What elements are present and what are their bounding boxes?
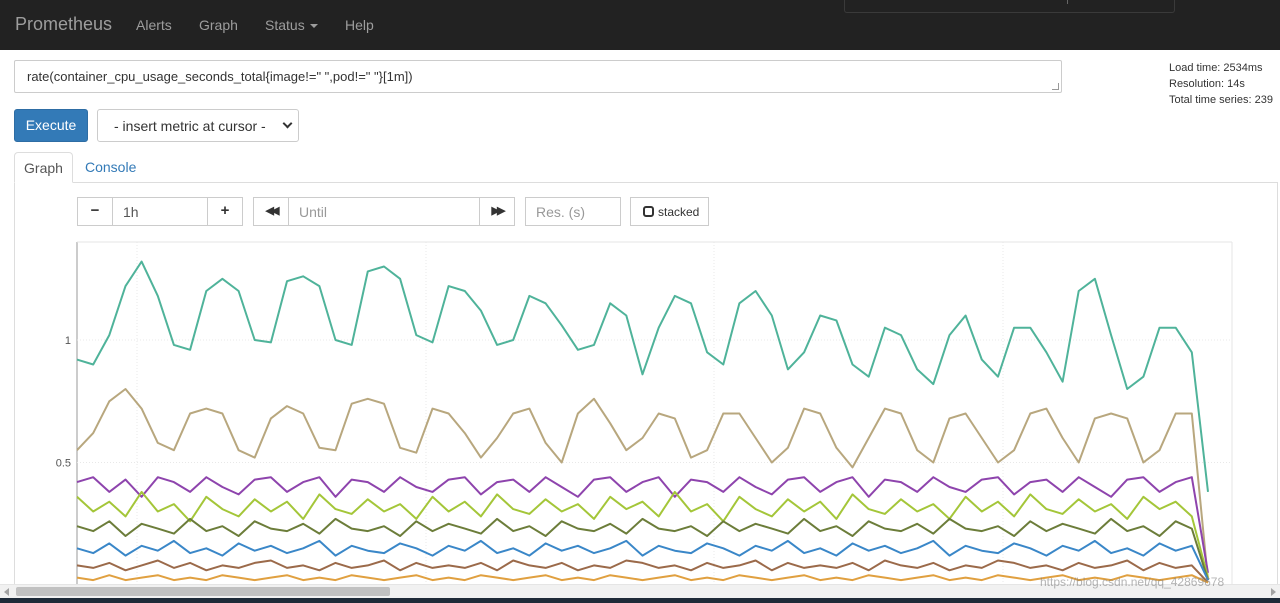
watermark: https://blog.csdn.net/qq_42869678 xyxy=(1040,575,1225,589)
stacked-toggle-button[interactable]: stacked xyxy=(630,197,709,226)
y-tick-label: 1 xyxy=(65,335,71,347)
series-line xyxy=(76,574,1209,584)
load-time: Load time: 2534ms xyxy=(1169,62,1263,74)
stacked-label: stacked xyxy=(658,205,700,219)
range-input[interactable]: 1h xyxy=(112,197,208,226)
scrollbar-thumb[interactable] xyxy=(16,587,390,596)
chevron-down-icon xyxy=(282,118,293,129)
scroll-left-icon[interactable] xyxy=(4,588,9,596)
caret-down-icon xyxy=(309,24,318,29)
series-line xyxy=(76,517,1209,581)
expression-input[interactable]: rate(container_cpu_usage_seconds_total{i… xyxy=(14,60,1062,93)
y-tick-label: 0.5 xyxy=(56,458,71,470)
resize-handle-icon[interactable] xyxy=(1052,83,1059,90)
tab-console[interactable]: Console xyxy=(85,159,136,175)
nav-alerts[interactable]: Alerts xyxy=(136,17,172,33)
series-line xyxy=(76,476,1209,573)
scroll-right-icon[interactable] xyxy=(1271,588,1276,596)
graph-area[interactable]: 0.5 1 xyxy=(0,230,1280,585)
overlay-panel xyxy=(844,0,1175,13)
series-line xyxy=(76,260,1209,493)
nav-status-label: Status xyxy=(265,17,305,33)
brand-link[interactable]: Prometheus xyxy=(15,14,112,35)
total-time-series: Total time series: 239 xyxy=(1169,94,1273,106)
range-increase-button[interactable]: + xyxy=(207,197,243,226)
query-stats: Load time: 2534ms Resolution: 14s Total … xyxy=(1169,60,1273,108)
tab-graph[interactable]: Graph xyxy=(14,152,73,183)
insert-metric-label: - insert metric at cursor - xyxy=(114,118,266,134)
resolution: Resolution: 14s xyxy=(1169,78,1245,90)
line-chart[interactable]: 0.51 xyxy=(0,230,1280,585)
nav-status[interactable]: Status xyxy=(265,17,318,33)
navbar: Prometheus Alerts Graph Status Help xyxy=(0,0,1280,50)
series-line xyxy=(76,539,1209,581)
taskbar xyxy=(0,598,1280,603)
expression-text: rate(container_cpu_usage_seconds_total{i… xyxy=(27,69,413,84)
resolution-input[interactable]: Res. (s) xyxy=(525,197,621,226)
nav-help[interactable]: Help xyxy=(345,17,374,33)
until-input[interactable]: Until xyxy=(288,197,480,226)
checkbox-icon xyxy=(643,206,654,217)
execute-button[interactable]: Execute xyxy=(14,109,88,142)
range-decrease-button[interactable]: − xyxy=(77,197,113,226)
rewind-icon[interactable]: ◀◀ xyxy=(253,197,289,226)
fast-forward-icon[interactable]: ▶▶ xyxy=(479,197,515,226)
nav-graph[interactable]: Graph xyxy=(199,17,238,33)
insert-metric-select[interactable]: - insert metric at cursor - xyxy=(97,109,299,142)
